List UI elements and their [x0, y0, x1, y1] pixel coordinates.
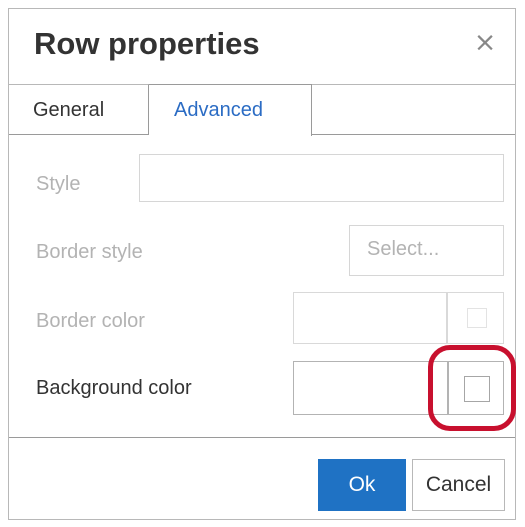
border-color-label: Border color: [36, 310, 145, 332]
tab-general[interactable]: General: [9, 84, 149, 135]
background-color-label: Background color: [36, 377, 192, 399]
border-color-field[interactable]: [293, 292, 447, 344]
close-icon: ×: [473, 27, 497, 58]
border-style-select[interactable]: Select...: [349, 225, 504, 276]
background-color-field[interactable]: [293, 361, 448, 415]
border-color-picker-button[interactable]: [447, 292, 504, 344]
tab-bar: General Advanced: [9, 84, 515, 136]
background-color-picker-button[interactable]: [448, 361, 504, 415]
tab-advanced[interactable]: Advanced: [149, 84, 312, 136]
footer-divider: [9, 437, 515, 438]
style-label: Style: [36, 173, 81, 195]
color-swatch-icon: [467, 308, 487, 328]
close-button[interactable]: ×: [469, 27, 501, 59]
border-style-placeholder: Select...: [367, 238, 440, 260]
color-swatch-icon: [464, 376, 490, 402]
ok-button[interactable]: Ok: [318, 459, 406, 511]
row-properties-dialog: Row properties × General Advanced Style …: [8, 8, 516, 520]
dialog-title: Row properties: [34, 26, 260, 61]
style-input[interactable]: [139, 154, 504, 202]
cancel-button[interactable]: Cancel: [412, 459, 505, 511]
border-style-label: Border style: [36, 241, 143, 263]
